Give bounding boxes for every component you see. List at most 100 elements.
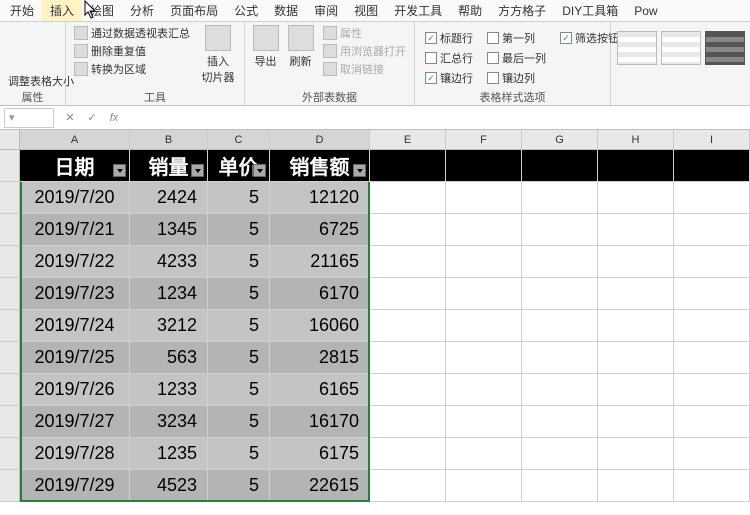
cell-date[interactable]: 2019/7/23 <box>20 278 130 310</box>
empty-cell[interactable] <box>598 438 674 470</box>
col-header-A[interactable]: A <box>20 130 130 149</box>
empty-cell[interactable] <box>522 246 598 278</box>
row-header[interactable] <box>0 278 20 310</box>
empty-cell[interactable] <box>674 278 750 310</box>
cell-price[interactable]: 5 <box>208 182 270 214</box>
cell-qty[interactable]: 1345 <box>130 214 208 246</box>
table-styles-gallery[interactable] <box>617 25 745 65</box>
empty-cell[interactable] <box>598 182 674 214</box>
cell-date[interactable]: 2019/7/27 <box>20 406 130 438</box>
empty-cell[interactable] <box>522 182 598 214</box>
empty-cell[interactable] <box>598 310 674 342</box>
tab-data[interactable]: 数据 <box>266 0 306 21</box>
empty-cell[interactable] <box>598 342 674 374</box>
empty-cell[interactable] <box>522 310 598 342</box>
empty-cell[interactable] <box>674 246 750 278</box>
cell-total[interactable]: 2815 <box>270 342 370 374</box>
empty-cell[interactable] <box>674 310 750 342</box>
col-header-I[interactable]: I <box>674 130 750 149</box>
tab-developer[interactable]: 开发工具 <box>386 0 450 21</box>
cell-price[interactable]: 5 <box>208 470 270 502</box>
col-header-F[interactable]: F <box>446 130 522 149</box>
table-header-cell[interactable]: 销量 <box>130 150 208 182</box>
cell-total[interactable]: 21165 <box>270 246 370 278</box>
cell-total[interactable]: 6170 <box>270 278 370 310</box>
style-preview-2[interactable] <box>661 31 701 65</box>
empty-cell[interactable] <box>370 406 446 438</box>
empty-cell[interactable] <box>522 374 598 406</box>
fx-button[interactable]: fx <box>106 110 122 126</box>
export-button[interactable]: 导出 <box>251 25 280 69</box>
refresh-button[interactable]: 刷新 <box>286 25 315 69</box>
empty-cell[interactable] <box>446 374 522 406</box>
row-header[interactable] <box>0 150 20 182</box>
cell-price[interactable]: 5 <box>208 406 270 438</box>
empty-cell[interactable] <box>446 438 522 470</box>
empty-cell[interactable] <box>598 214 674 246</box>
tab-insert[interactable]: 插入 <box>42 0 82 21</box>
cell-total[interactable]: 22615 <box>270 470 370 502</box>
cell-qty[interactable]: 4523 <box>130 470 208 502</box>
remove-duplicates-button[interactable]: 删除重复值 <box>72 43 192 59</box>
empty-cell[interactable] <box>674 182 750 214</box>
cell-price[interactable]: 5 <box>208 246 270 278</box>
cell-price[interactable]: 5 <box>208 438 270 470</box>
select-all-corner[interactable] <box>0 130 20 149</box>
empty-cell[interactable] <box>674 150 750 182</box>
col-header-B[interactable]: B <box>130 130 208 149</box>
tab-page-layout[interactable]: 页面布局 <box>162 0 226 21</box>
row-header[interactable] <box>0 246 20 278</box>
cell-qty[interactable]: 4233 <box>130 246 208 278</box>
cell-total[interactable]: 6175 <box>270 438 370 470</box>
empty-cell[interactable] <box>446 342 522 374</box>
properties-button[interactable]: 属性 <box>321 25 408 41</box>
empty-cell[interactable] <box>598 374 674 406</box>
tab-diy[interactable]: DIY工具箱 <box>554 0 626 21</box>
cell-price[interactable]: 5 <box>208 214 270 246</box>
cell-date[interactable]: 2019/7/21 <box>20 214 130 246</box>
total-row-checkbox[interactable]: 汇总行 <box>421 49 477 67</box>
open-browser-button[interactable]: 用浏览器打开 <box>321 43 408 59</box>
empty-cell[interactable] <box>370 342 446 374</box>
row-header[interactable] <box>0 182 20 214</box>
last-col-checkbox[interactable]: 最后一列 <box>483 49 550 67</box>
spreadsheet-grid[interactable]: 日期销量单价销售额2019/7/2024245121202019/7/21134… <box>0 150 750 502</box>
empty-cell[interactable] <box>370 470 446 502</box>
row-header[interactable] <box>0 214 20 246</box>
empty-cell[interactable] <box>370 246 446 278</box>
empty-cell[interactable] <box>370 374 446 406</box>
empty-cell[interactable] <box>446 470 522 502</box>
filter-dropdown-button[interactable] <box>191 164 204 177</box>
empty-cell[interactable] <box>370 214 446 246</box>
cell-price[interactable]: 5 <box>208 278 270 310</box>
cell-qty[interactable]: 1235 <box>130 438 208 470</box>
tab-formulas[interactable]: 公式 <box>226 0 266 21</box>
row-header[interactable] <box>0 374 20 406</box>
banded-rows-checkbox[interactable]: ✓镶边行 <box>421 69 477 87</box>
cell-total[interactable]: 16060 <box>270 310 370 342</box>
empty-cell[interactable] <box>446 310 522 342</box>
empty-cell[interactable] <box>598 246 674 278</box>
col-header-G[interactable]: G <box>522 130 598 149</box>
cell-date[interactable]: 2019/7/29 <box>20 470 130 502</box>
filter-dropdown-button[interactable] <box>253 164 266 177</box>
cell-date[interactable]: 2019/7/22 <box>20 246 130 278</box>
row-header[interactable] <box>0 310 20 342</box>
empty-cell[interactable] <box>370 278 446 310</box>
tab-view[interactable]: 视图 <box>346 0 386 21</box>
row-header[interactable] <box>0 470 20 502</box>
empty-cell[interactable] <box>446 182 522 214</box>
empty-cell[interactable] <box>370 150 446 182</box>
cancel-fx-button[interactable]: ✕ <box>62 110 78 126</box>
empty-cell[interactable] <box>674 374 750 406</box>
empty-cell[interactable] <box>446 246 522 278</box>
tab-home[interactable]: 开始 <box>2 0 42 21</box>
tab-ffgz[interactable]: 方方格子 <box>490 0 554 21</box>
cell-date[interactable]: 2019/7/28 <box>20 438 130 470</box>
filter-dropdown-button[interactable] <box>113 164 126 177</box>
cell-qty[interactable]: 3212 <box>130 310 208 342</box>
empty-cell[interactable] <box>522 406 598 438</box>
empty-cell[interactable] <box>446 150 522 182</box>
empty-cell[interactable] <box>674 342 750 374</box>
tab-review[interactable]: 审阅 <box>306 0 346 21</box>
